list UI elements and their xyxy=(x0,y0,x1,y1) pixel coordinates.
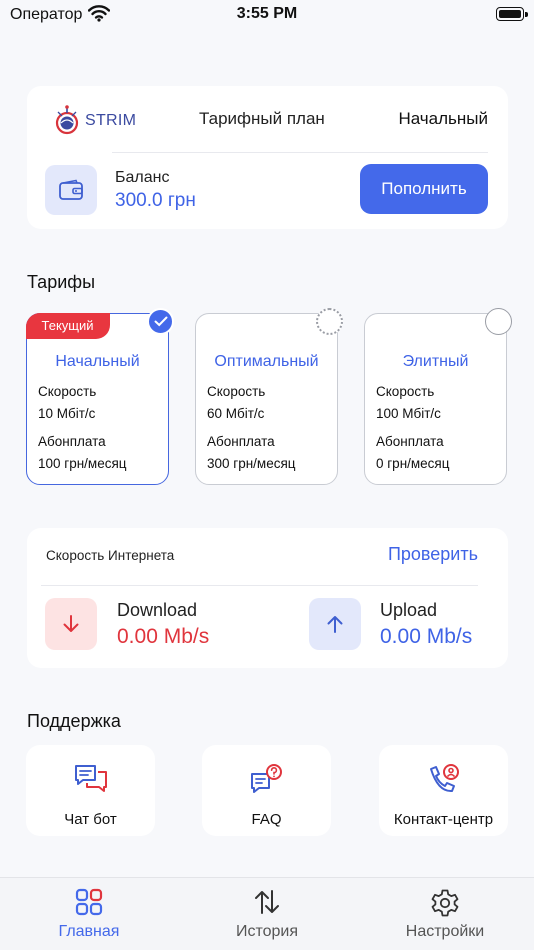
faq-button[interactable]: FAQ xyxy=(202,745,331,836)
radio-icon xyxy=(485,308,512,335)
speed-title: Скорость Интернета xyxy=(46,548,175,563)
fee-value: 300 грн/месяц xyxy=(207,456,296,471)
tariff-card-elite[interactable]: Элитный Скорость 100 Мбіт/с Абонплата 0 … xyxy=(364,308,512,485)
chat-bot-icon xyxy=(74,765,107,792)
brand-logo: STRIM xyxy=(52,104,136,138)
tariff-name: Элитный xyxy=(402,353,469,370)
speed-label: Скорость xyxy=(376,384,435,399)
tab-label: Настройки xyxy=(405,923,485,940)
arrow-down-icon xyxy=(63,615,79,632)
plan-card: STRIM Тарифный план Начальный Баланс 300… xyxy=(27,86,508,229)
battery-icon xyxy=(496,7,528,21)
tab-label: История xyxy=(235,923,299,940)
check-icon xyxy=(147,308,174,335)
download-icon-box xyxy=(45,598,97,650)
balance-value: 300.0 грн xyxy=(115,190,196,211)
check-speed-button[interactable]: Проверить xyxy=(388,544,478,565)
plan-label: Тарифный план xyxy=(199,109,325,128)
arrow-up-icon xyxy=(327,616,343,633)
faq-icon xyxy=(250,764,282,793)
wallet-icon xyxy=(59,179,83,200)
status-time: 3:55 PM xyxy=(236,5,298,22)
tariff-name: Начальный xyxy=(55,353,140,370)
upload-value: 0.00 Mb/s xyxy=(380,625,473,648)
chat-bot-button[interactable]: Чат бот xyxy=(26,745,155,836)
fee-label: Абонплата xyxy=(376,434,444,449)
brand-name: STRIM xyxy=(85,112,137,129)
divider xyxy=(41,585,478,586)
tariffs-title: Тарифы xyxy=(27,272,96,292)
download-label: Download xyxy=(117,600,198,620)
tab-history[interactable]: История xyxy=(178,878,356,950)
support-label: FAQ xyxy=(251,811,282,828)
tariff-card-basic[interactable]: Текущий Начальный Скорость 10 Мбіт/с Або… xyxy=(25,308,174,485)
upload-label: Upload xyxy=(380,600,438,620)
radio-icon xyxy=(316,308,343,335)
speed-label: Скорость xyxy=(38,384,97,399)
fee-label: Абонплата xyxy=(207,434,275,449)
topup-button[interactable]: Пополнить xyxy=(360,164,488,214)
tariff-name: Оптимальный xyxy=(214,353,319,370)
support-title: Поддержка xyxy=(27,711,121,731)
wallet-icon-box xyxy=(45,165,97,215)
fee-value: 0 грн/месяц xyxy=(376,456,450,471)
status-bar: Оператор 3:55 PM xyxy=(0,0,534,32)
tab-home[interactable]: Главная xyxy=(0,878,178,950)
history-arrows-icon xyxy=(255,890,279,914)
divider xyxy=(112,152,488,153)
contact-center-icon xyxy=(429,764,459,793)
speed-test-card: Скорость Интернета Проверить Download 0.… xyxy=(27,528,508,668)
contact-center-button[interactable]: Контакт-центр xyxy=(379,745,508,836)
support-label: Чат бот xyxy=(64,811,117,828)
settings-gear-icon xyxy=(431,889,459,917)
fee-label: Абонплата xyxy=(38,434,106,449)
speed-value: 10 Мбіт/с xyxy=(38,406,96,421)
tab-settings[interactable]: Настройки xyxy=(356,878,534,950)
support-label: Контакт-центр xyxy=(393,811,494,828)
tariff-card-optimal[interactable]: Оптимальный Скорость 60 Мбіт/с Абонплата… xyxy=(195,308,343,485)
speed-value: 100 Мбіт/с xyxy=(376,406,441,421)
fee-value: 100 грн/месяц xyxy=(38,456,127,471)
upload-icon-box xyxy=(309,598,361,650)
speed-value: 60 Мбіт/с xyxy=(207,406,265,421)
strim-logo-icon xyxy=(55,105,79,135)
home-grid-icon xyxy=(75,888,103,916)
download-value: 0.00 Mb/s xyxy=(117,625,210,648)
speed-label: Скорость xyxy=(207,384,266,399)
balance-label: Баланс xyxy=(115,169,170,186)
current-badge: Текущий xyxy=(25,312,110,339)
tab-label: Главная xyxy=(58,923,120,940)
plan-value: Начальный xyxy=(398,109,488,128)
tab-bar: Главная История Настройки xyxy=(0,877,534,950)
